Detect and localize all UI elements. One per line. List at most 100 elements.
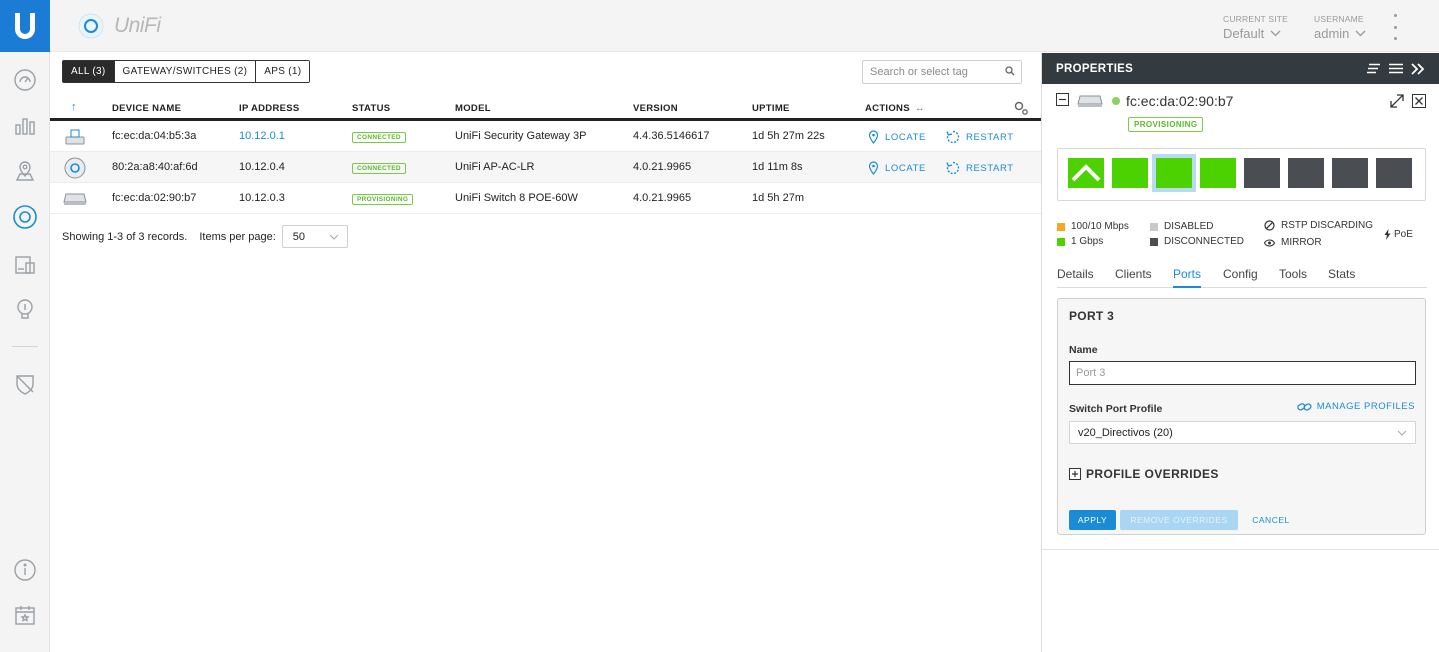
port-legend: 100/10 Mbps 1 Gbps DISABLED DISCONNECTED… xyxy=(1057,220,1427,255)
restart-button[interactable]: RESTART xyxy=(946,130,1014,144)
ubiquiti-logo[interactable] xyxy=(0,0,50,52)
panel-divider xyxy=(1042,549,1439,550)
brand: UniFi xyxy=(78,13,161,39)
top-header: UniFi CURRENT SITE Default USERNAME admi… xyxy=(50,0,1439,52)
unifi-logo-icon xyxy=(78,13,104,39)
col-status[interactable]: STATUS xyxy=(352,103,390,114)
tab-stats[interactable]: Stats xyxy=(1328,267,1355,286)
expand-icon[interactable] xyxy=(1390,94,1404,108)
device-version: 4.4.36.5146617 xyxy=(633,130,710,142)
lightning-icon xyxy=(1384,229,1391,240)
legend-1gbps-label: 1 Gbps xyxy=(1071,236,1104,247)
selected-device-name: fc:ec:da:02:90:b7 xyxy=(1126,93,1234,109)
cancel-button[interactable]: CANCEL xyxy=(1246,510,1296,530)
remove-overrides-button[interactable]: REMOVE OVERRIDES xyxy=(1120,510,1238,530)
port-6[interactable] xyxy=(1288,158,1324,188)
col-device-name[interactable]: DEVICE NAME xyxy=(112,103,181,114)
insights-icon[interactable] xyxy=(12,296,38,322)
location-pin-icon xyxy=(868,130,879,144)
status-badge: PROVISIONING xyxy=(352,194,414,205)
legend-disabled-label: DISABLED xyxy=(1164,221,1214,232)
legend-disconnected-label: DISCONNECTED xyxy=(1164,236,1245,247)
site-value: Default xyxy=(1223,26,1265,41)
locate-button[interactable]: LOCATE xyxy=(868,161,926,175)
tab-details[interactable]: Details xyxy=(1057,267,1094,286)
calendar-icon[interactable] xyxy=(12,602,38,628)
tab-ports[interactable]: Ports xyxy=(1173,267,1202,288)
switch-device-icon xyxy=(1077,95,1103,107)
chevron-down-icon xyxy=(1397,430,1407,436)
sort-arrow-icon[interactable]: ↑ xyxy=(71,101,77,113)
pagination-footer: Showing 1-3 of 3 records. Items per page… xyxy=(62,225,348,248)
port-3[interactable] xyxy=(1156,158,1192,188)
more-menu-icon[interactable] xyxy=(1392,14,1398,40)
items-per-page-select[interactable]: 50 xyxy=(281,225,348,248)
device-ip: 10.12.0.3 xyxy=(239,192,285,204)
column-settings-gear-icon[interactable] xyxy=(1013,100,1029,116)
table-row[interactable]: fc:ec:da:02:90:b7 10.12.0.3 PROVISIONING… xyxy=(50,183,1041,214)
port-7[interactable] xyxy=(1332,158,1368,188)
device-uptime: 1d 11m 8s xyxy=(752,161,803,173)
filter-all[interactable]: ALL (3) xyxy=(63,61,115,82)
status-badge: PROVISIONING xyxy=(1128,117,1204,132)
device-model: UniFi AP-AC-LR xyxy=(455,161,535,173)
port-4[interactable] xyxy=(1200,158,1236,188)
sort-lines-icon[interactable] xyxy=(1367,63,1381,74)
site-selector[interactable]: CURRENT SITE Default xyxy=(1223,14,1288,41)
list-menu-icon[interactable] xyxy=(1389,63,1403,74)
user-menu[interactable]: USERNAME admin xyxy=(1314,14,1366,41)
port-5[interactable] xyxy=(1244,158,1280,188)
restart-button[interactable]: RESTART xyxy=(946,161,1014,175)
port-1-uplink[interactable] xyxy=(1068,158,1104,188)
legend-rstp: RSTP DISCARDING xyxy=(1264,220,1373,231)
statistics-icon[interactable] xyxy=(12,112,38,138)
port-title: PORT 3 xyxy=(1069,309,1115,323)
devices-main: ALL (3) GATEWAY/SWITCHES (2) APS (1) ↑ D… xyxy=(50,53,1041,652)
dashboard-icon[interactable] xyxy=(12,67,38,93)
port-8[interactable] xyxy=(1376,158,1412,188)
shield-icon[interactable] xyxy=(12,371,38,397)
device-uptime: 1d 5h 27m xyxy=(752,192,804,204)
info-icon[interactable] xyxy=(12,557,38,583)
filter-gateway-switches[interactable]: GATEWAY/SWITCHES (2) xyxy=(114,61,257,82)
filter-aps[interactable]: APS (1) xyxy=(256,61,310,82)
access-point-device-icon xyxy=(63,157,87,179)
table-row[interactable]: 80:2a:a8:40:af:6d 10.12.0.4 CONNECTED Un… xyxy=(50,152,1041,183)
manage-profiles-link[interactable]: MANAGE PROFILES xyxy=(1296,401,1415,412)
switch-port-profile-select[interactable]: v20_Directivos (20) xyxy=(1069,421,1416,444)
locate-button[interactable]: LOCATE xyxy=(868,130,926,144)
close-icon[interactable] xyxy=(1412,94,1426,108)
collapse-panel-icon[interactable] xyxy=(1411,62,1425,75)
table-row[interactable]: fc:ec:da:04:b5:3a 10.12.0.1 CONNECTED Un… xyxy=(50,121,1041,152)
devices-icon[interactable] xyxy=(12,204,38,230)
resize-arrows-icon[interactable]: ↔ xyxy=(915,103,925,114)
legend-disconnected: DISCONNECTED xyxy=(1150,236,1244,247)
col-ip-address[interactable]: IP ADDRESS xyxy=(239,103,300,114)
port-name-input[interactable] xyxy=(1069,361,1416,385)
properties-tabs: Details Clients Ports Config Tools Stats xyxy=(1057,265,1427,288)
status-badge: CONNECTED xyxy=(352,163,406,174)
site-caption: CURRENT SITE xyxy=(1223,14,1289,24)
search-input[interactable] xyxy=(862,60,1022,84)
col-model[interactable]: MODEL xyxy=(455,103,491,114)
device-ip-link[interactable]: 10.12.0.1 xyxy=(239,130,285,142)
port-2[interactable] xyxy=(1112,158,1148,188)
tab-clients[interactable]: Clients xyxy=(1115,267,1152,286)
col-version[interactable]: VERSION xyxy=(633,103,678,114)
location-pin-icon xyxy=(868,161,879,175)
tab-tools[interactable]: Tools xyxy=(1279,267,1307,286)
port-diagram xyxy=(1057,148,1426,201)
col-uptime[interactable]: UPTIME xyxy=(752,103,790,114)
tab-config[interactable]: Config xyxy=(1223,267,1258,286)
status-badge: CONNECTED xyxy=(352,132,406,143)
profile-value: v20_Directivos (20) xyxy=(1078,426,1173,439)
chevron-down-icon xyxy=(329,234,339,240)
clients-icon[interactable] xyxy=(12,252,38,278)
device-filter-tabs: ALL (3) GATEWAY/SWITCHES (2) APS (1) xyxy=(62,60,311,83)
map-icon[interactable] xyxy=(12,158,38,184)
restart-label: RESTART xyxy=(966,131,1014,143)
apply-button[interactable]: APPLY xyxy=(1069,510,1116,530)
records-summary: Showing 1-3 of 3 records. xyxy=(62,230,188,243)
profile-overrides-toggle[interactable]: PROFILE OVERRIDES xyxy=(1069,467,1219,481)
collapse-minus-icon[interactable] xyxy=(1056,93,1069,106)
